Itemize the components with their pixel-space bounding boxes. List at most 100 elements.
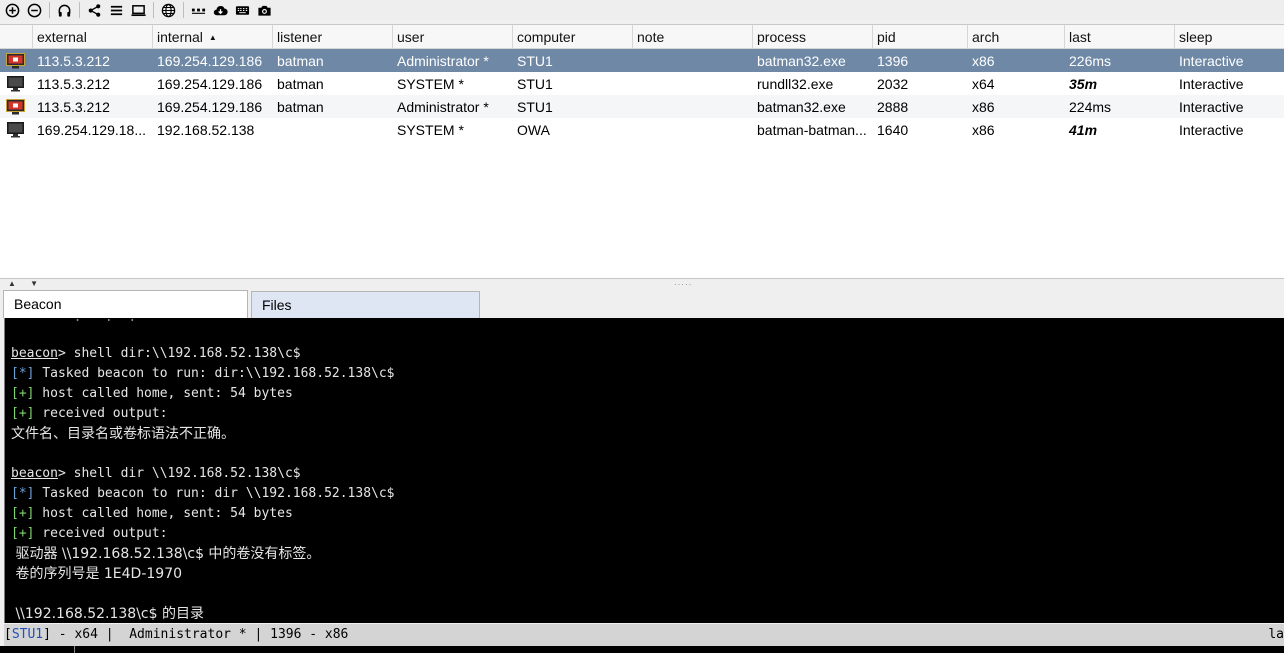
cell-process: batman32.exe	[757, 99, 846, 115]
status-computer: STU1	[11, 627, 44, 642]
tab-beacon[interactable]: Beacon 169.254.129.186@1396X	[3, 290, 248, 338]
header-last[interactable]: last	[1065, 25, 1175, 48]
cell-listener: batman	[277, 53, 324, 69]
beacon-console[interactable]: . . . beacon> shell dir:\\192.168.52.138…	[4, 318, 1284, 623]
cell-pid: 1640	[877, 122, 909, 138]
cell-pid: 2032	[877, 76, 909, 92]
remove-icon[interactable]	[25, 1, 43, 19]
cell-last: 224ms	[1069, 99, 1112, 115]
toolbar-separator	[153, 2, 154, 18]
table-row[interactable]: 113.5.3.212 169.254.129.186 batman SYSTE…	[0, 72, 1284, 95]
cell-pid: 2888	[877, 99, 909, 115]
status-right-text: la	[1268, 627, 1284, 642]
toolbar	[0, 0, 1284, 20]
dots-icon[interactable]	[189, 1, 207, 19]
header-computer[interactable]: computer	[513, 25, 633, 48]
toolbar-separator	[183, 2, 184, 18]
cell-user: SYSTEM *	[397, 76, 464, 92]
header-process[interactable]: process	[753, 25, 873, 48]
globe-icon[interactable]	[159, 1, 177, 19]
console-line: [+] host called home, sent: 54 bytes	[11, 504, 293, 524]
cell-listener	[273, 118, 393, 141]
table-row[interactable]: 113.5.3.212 169.254.129.186 batman Admin…	[0, 49, 1284, 72]
tab-files[interactable]: Files 169.254.129.186@1396X	[251, 291, 480, 339]
cell-internal: 192.168.52.138	[157, 122, 255, 138]
cell-internal: 169.254.129.186	[157, 99, 263, 115]
cell-last: 35m	[1069, 76, 1098, 92]
list-icon[interactable]	[107, 1, 125, 19]
table-row[interactable]: 169.254.129.18... 192.168.52.138 SYSTEM …	[0, 118, 1284, 141]
console-line: [+] received output:	[11, 524, 168, 544]
header-internal[interactable]: internal ▲	[153, 25, 273, 48]
table-header: external internal ▲ listener user compute…	[0, 25, 1284, 49]
screen-icon[interactable]	[129, 1, 147, 19]
console-command: > shell dir:\\192.168.52.138\c$	[57, 346, 301, 361]
console-info-tag: [*]	[11, 486, 35, 501]
console-output-line: \\192.168.52.138\c$ 的目录	[11, 606, 204, 622]
tab-bar: Beacon 169.254.129.186@1396X Files 169.2…	[0, 288, 1284, 339]
console-text: received output:	[34, 526, 168, 541]
console-output-line: 驱动器 \\192.168.52.138\c$ 中的卷没有标签。	[11, 546, 321, 562]
cell-sleep: Interactive	[1179, 99, 1244, 115]
header-arch[interactable]: arch	[968, 25, 1065, 48]
console-text: received output:	[34, 406, 168, 421]
cell-last: 226ms	[1069, 53, 1112, 69]
console-line: [+] received output:	[11, 404, 168, 424]
add-icon[interactable]	[3, 1, 21, 19]
header-sleep[interactable]: sleep	[1175, 25, 1284, 48]
console-line: [*] Tasked beacon to run: dir:\\192.168.…	[11, 364, 395, 384]
cell-sleep: Interactive	[1179, 53, 1244, 69]
headphones-icon[interactable]	[55, 1, 73, 19]
cell-arch: x86	[972, 122, 995, 138]
cell-external: 169.254.129.18...	[37, 122, 146, 138]
header-listener[interactable]: listener	[273, 25, 393, 48]
keyboard-icon[interactable]	[233, 1, 251, 19]
cell-sleep: Interactive	[1179, 76, 1244, 92]
table-row[interactable]: 113.5.3.212 169.254.129.186 batman Admin…	[0, 95, 1284, 118]
cell-note	[633, 95, 753, 118]
camera-icon[interactable]	[255, 1, 273, 19]
cell-process: batman32.exe	[757, 53, 846, 69]
sort-ascending-icon: ▲	[208, 33, 217, 42]
monitor-beacon-icon	[7, 122, 24, 138]
cell-user: Administrator *	[397, 99, 489, 115]
cell-external: 113.5.3.212	[37, 53, 110, 69]
beacon-status-bar: [STU1] - x64 | Administrator * | 1396 - …	[4, 624, 1284, 646]
toolbar-separator	[79, 2, 80, 18]
cell-last: 41m	[1069, 122, 1098, 138]
console-output-line: 卷的序列号是 1E4D-1970	[11, 566, 183, 582]
console-output-line: 文件名、目录名或卷标语法不正确。	[11, 426, 235, 442]
splitter-collapse-arrows[interactable]: ▲ ▼	[8, 279, 44, 288]
cell-external: 113.5.3.212	[37, 76, 110, 92]
cell-note	[633, 49, 753, 72]
status-details: - x64 | Administrator * | 1396 - x86	[50, 627, 349, 642]
cell-arch: x64	[972, 76, 995, 92]
cell-listener: batman	[277, 99, 324, 115]
header-external[interactable]: external	[33, 25, 153, 48]
header-pid[interactable]: pid	[873, 25, 968, 48]
console-text: host called home, sent: 54 bytes	[34, 506, 293, 521]
cell-listener: batman	[277, 76, 324, 92]
header-user[interactable]: user	[393, 25, 513, 48]
header-internal-label: internal	[157, 29, 203, 45]
admin-beacon-icon	[6, 53, 25, 69]
header-icon-column	[0, 25, 33, 48]
cell-user: Administrator *	[397, 53, 489, 69]
console-prompt: beacon	[11, 346, 58, 361]
cell-computer: STU1	[517, 53, 553, 69]
cloud-download-icon[interactable]	[211, 1, 229, 19]
cell-arch: x86	[972, 99, 995, 115]
console-line: [*] Tasked beacon to run: dir \\192.168.…	[11, 484, 395, 504]
console-ok-tag: [+]	[11, 406, 35, 421]
console-ok-tag: [+]	[11, 386, 35, 401]
console-text: host called home, sent: 54 bytes	[34, 386, 293, 401]
beacon-table: external internal ▲ listener user compute…	[0, 24, 1284, 279]
console-line: beacon> shell dir \\192.168.52.138\c$	[11, 464, 301, 484]
cell-note	[633, 72, 753, 95]
header-note[interactable]: note	[633, 25, 753, 48]
console-input-bar[interactable]	[0, 646, 1284, 653]
cell-computer: STU1	[517, 76, 553, 92]
console-ok-tag: [+]	[11, 506, 35, 521]
share-icon[interactable]	[85, 1, 103, 19]
console-prompt: beacon	[11, 466, 58, 481]
